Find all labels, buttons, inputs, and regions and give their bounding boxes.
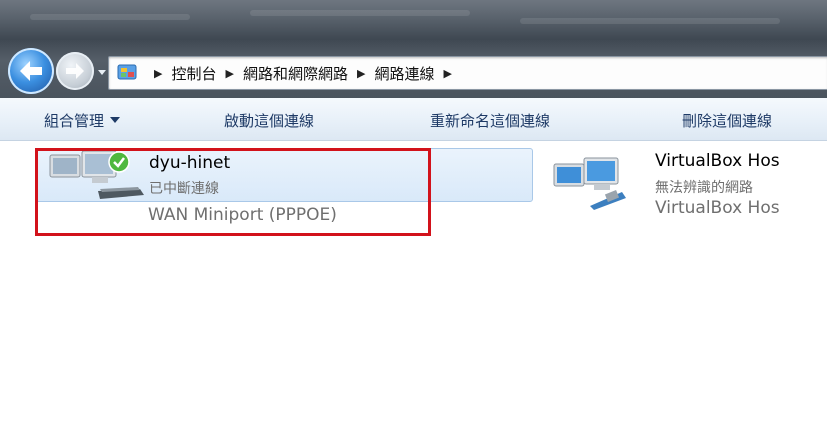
forward-arrow-icon xyxy=(66,63,84,79)
address-bar[interactable]: ▶ 控制台 ▶ 網路和網際網路 ▶ 網路連線 ▶ xyxy=(108,56,827,90)
connection-name: VirtualBox Hos xyxy=(655,151,780,171)
breadcrumb-network-internet[interactable]: 網路和網際網路 xyxy=(243,63,348,84)
back-arrow-icon xyxy=(20,61,42,81)
glass-reflection xyxy=(520,18,780,24)
recent-pages-dropdown-icon[interactable] xyxy=(96,66,108,78)
window-title-bar: ▶ 控制台 ▶ 網路和網際網路 ▶ 網路連線 ▶ xyxy=(0,0,827,98)
breadcrumb-separator[interactable]: ▶ xyxy=(357,67,365,80)
breadcrumb-separator[interactable]: ▶ xyxy=(225,67,233,80)
delete-connection-button[interactable]: 刪除這個連線 xyxy=(682,110,772,131)
forward-button[interactable] xyxy=(56,52,94,90)
organize-menu-button[interactable]: 組合管理 xyxy=(44,110,121,131)
organize-label: 組合管理 xyxy=(44,112,105,130)
breadcrumb-control-panel[interactable]: 控制台 xyxy=(171,63,216,84)
glass-reflection xyxy=(250,10,470,16)
rename-connection-button[interactable]: 重新命名這個連線 xyxy=(430,110,550,131)
back-button[interactable] xyxy=(8,48,54,94)
highlight-box xyxy=(35,148,431,236)
breadcrumb-separator[interactable]: ▶ xyxy=(443,67,451,80)
connection-status: 無法辨識的網路 xyxy=(655,180,753,196)
glass-reflection xyxy=(30,14,190,20)
breadcrumb-network-connections[interactable]: 網路連線 xyxy=(374,63,434,84)
start-connection-button[interactable]: 啟動這個連線 xyxy=(224,110,314,131)
connection-device: VirtualBox Hos xyxy=(655,198,780,218)
control-panel-icon xyxy=(117,64,137,80)
chevron-down-icon xyxy=(110,117,121,123)
connection-item-virtualbox[interactable]: VirtualBox Hos 無法辨識的網路 VirtualBox Hos xyxy=(550,150,827,240)
command-bar: 組合管理 啟動這個連線 重新命名這個連線 刪除這個連線 xyxy=(0,98,827,141)
breadcrumb-separator[interactable]: ▶ xyxy=(154,67,162,80)
ethernet-network-icon xyxy=(553,157,626,210)
